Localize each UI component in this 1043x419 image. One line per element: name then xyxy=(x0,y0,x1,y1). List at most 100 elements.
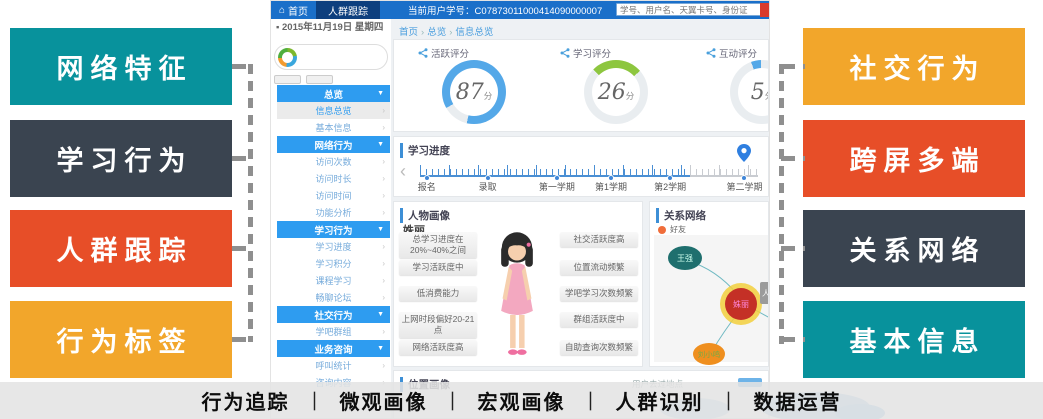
persona-tag: 网络活跃度高 xyxy=(399,340,477,355)
breadcrumb: 首页›总览›信息总览 xyxy=(399,24,493,38)
score-panel: 活跃评分 87分 学习评分 26分 互动评分 5分 xyxy=(393,39,769,132)
chevron-left-icon[interactable]: ‹ xyxy=(400,161,406,182)
caption-item-crowd-recognition: 人群识别 xyxy=(616,386,704,415)
milestone-label: 第1学期 xyxy=(581,180,641,193)
breadcrumb-home[interactable]: 首页 xyxy=(399,27,418,38)
share-icon xyxy=(560,48,570,58)
persona-tag: 总学习进度在20%~40%之间 xyxy=(399,232,477,258)
gauge-study-score: 学习评分 26分 xyxy=(548,46,683,128)
sidebar-item-call-stats[interactable]: 呼叫统计› xyxy=(277,357,390,374)
network-node-label: 刘小鸣 xyxy=(698,349,721,359)
chevron-right-icon: › xyxy=(382,191,385,200)
connector-line xyxy=(232,156,254,161)
connector-line xyxy=(232,337,254,342)
sidebar-item-visit-count[interactable]: 访问次数› xyxy=(277,153,390,170)
callout-learning-behavior: 学习行为 xyxy=(10,120,232,197)
sidebar-group-learning-behavior[interactable]: 学习行为▼ xyxy=(277,221,390,238)
gauge-active-score: 活跃评分 87分 xyxy=(406,46,541,128)
persona-avatar xyxy=(486,228,548,367)
progress-ruler[interactable]: 报名 录取 第一学期 第1学期 第2学期 第二学期 xyxy=(420,159,758,193)
chevron-down-icon: ▼ xyxy=(377,345,384,352)
sidebar-item-forum[interactable]: 畅聊论坛› xyxy=(277,289,390,306)
callout-label: 人群跟踪 xyxy=(57,229,193,268)
logo-box xyxy=(274,44,388,70)
connector-line xyxy=(248,64,253,342)
network-graph[interactable]: 王强 姝丽 刘小鸣 人 xyxy=(654,235,768,362)
network-legend: 好友 xyxy=(658,224,686,235)
chevron-right-icon: › xyxy=(382,361,385,370)
svg-text:人: 人 xyxy=(762,289,769,298)
gauge-value: 87 xyxy=(456,82,484,104)
connector-line xyxy=(232,246,254,251)
connector-line xyxy=(781,64,805,69)
sidebar-item-info-overview[interactable]: 信息总览› xyxy=(277,102,390,119)
sidebar-item-function-analysis[interactable]: 功能分析› xyxy=(277,204,390,221)
caption-item-behavior-tracking: 行为追踪 xyxy=(202,386,290,415)
persona-tag: 学吧学习次数频繁 xyxy=(560,286,638,301)
callout-label: 学习行为 xyxy=(57,139,193,178)
chevron-right-icon: › xyxy=(382,174,385,183)
callout-social-behavior: 社交行为 xyxy=(803,28,1025,105)
connector-line xyxy=(781,156,805,161)
callout-label: 社交行为 xyxy=(850,47,986,86)
sidebar-item-course-learning[interactable]: 课程学习› xyxy=(277,272,390,289)
sidebar-item-visit-duration[interactable]: 访问时长› xyxy=(277,170,390,187)
sidebar-group-network-behavior[interactable]: 网络行为▼ xyxy=(277,136,390,153)
nav-home[interactable]: ⌂首页 xyxy=(271,1,316,19)
share-icon xyxy=(418,48,428,58)
connector-line xyxy=(779,64,784,344)
breadcrumb-section[interactable]: 总览 xyxy=(427,27,446,38)
persona-tag: 自助查询次数频繁 xyxy=(560,340,638,355)
gauge-title: 学习评分 xyxy=(573,46,611,60)
callout-relation-network: 关系网络 xyxy=(803,210,1025,287)
nav-tab-crowd-tracking[interactable]: 人群跟踪 xyxy=(316,1,380,19)
panel-title: 学习进度 xyxy=(400,143,768,158)
share-icon xyxy=(706,48,716,58)
persona-panel: 人物画像 姝丽 总学习进度 xyxy=(393,201,643,367)
callout-label: 行为标签 xyxy=(57,320,193,359)
persona-tag: 上网时段偏好20-21点 xyxy=(399,312,477,338)
panel-title: 人物画像 xyxy=(400,208,642,223)
location-pin-icon xyxy=(737,144,751,167)
gauge-ring: 5分 xyxy=(730,60,769,124)
connector-line xyxy=(781,246,805,251)
chevron-right-icon: › xyxy=(382,293,385,302)
toolbar-button[interactable] xyxy=(274,75,301,84)
nav-right-button[interactable] xyxy=(760,3,770,17)
sidebar-group-overview[interactable]: 总览▼ xyxy=(277,85,390,102)
callout-label: 跨屏多端 xyxy=(850,139,986,178)
persona-tag: 群组活跃度中 xyxy=(560,312,638,327)
current-user-id: 当前用户学号：C07873011000414090000007 xyxy=(408,3,602,17)
callout-label: 基本信息 xyxy=(850,320,986,359)
sidebar-menu: 总览▼ 信息总览› 基本信息› 网络行为▼ 访问次数› 访问时长› 访问时间› … xyxy=(277,85,390,391)
callout-behavior-tags: 行为标签 xyxy=(10,301,232,378)
caption-item-macro-portrait: 宏观画像 xyxy=(478,386,566,415)
chevron-right-icon: › xyxy=(382,157,385,166)
date-display: ▪ 2015年11月19日 星期四 xyxy=(276,22,384,34)
toolbar-button[interactable] xyxy=(306,75,333,84)
chevron-right-icon: › xyxy=(382,208,385,217)
persona-tag: 低消费能力 xyxy=(399,286,477,301)
network-node-label: 姝丽 xyxy=(733,299,749,309)
caption-separator: ｜ xyxy=(582,388,600,414)
search-input[interactable] xyxy=(616,3,762,16)
caption-separator: ｜ xyxy=(306,388,324,414)
sidebar-item-basic-info[interactable]: 基本信息› xyxy=(277,119,390,136)
sidebar-group-social-behavior[interactable]: 社交行为▼ xyxy=(277,306,390,323)
sidebar-item-learning-progress[interactable]: 学习进度› xyxy=(277,238,390,255)
sidebar-item-learning-points[interactable]: 学习积分› xyxy=(277,255,390,272)
chevron-right-icon: › xyxy=(382,106,385,115)
sidebar-item-study-group[interactable]: 学吧群组› xyxy=(277,323,390,340)
caption-bar: 行为追踪 ｜ 微观画像 ｜ 宏观画像 ｜ 人群识别 ｜ 数据运营 xyxy=(0,382,1043,419)
callout-label: 网络特征 xyxy=(57,47,193,86)
top-navbar: ⌂首页 人群跟踪 当前用户学号：C07873011000414090000007 xyxy=(271,1,769,19)
house-icon: ⌂ xyxy=(279,5,285,16)
gauge-title: 活跃评分 xyxy=(431,46,469,60)
sidebar-item-visit-time[interactable]: 访问时间› xyxy=(277,187,390,204)
caption-item-data-operation: 数据运营 xyxy=(754,386,842,415)
gauge-value: 26 xyxy=(598,82,626,104)
breadcrumb-page: 信息总览 xyxy=(455,27,493,38)
callout-crowd-tracking: 人群跟踪 xyxy=(10,210,232,287)
gauge-value: 5 xyxy=(751,82,765,104)
sidebar-group-business-consult[interactable]: 业务咨询▼ xyxy=(277,340,390,357)
